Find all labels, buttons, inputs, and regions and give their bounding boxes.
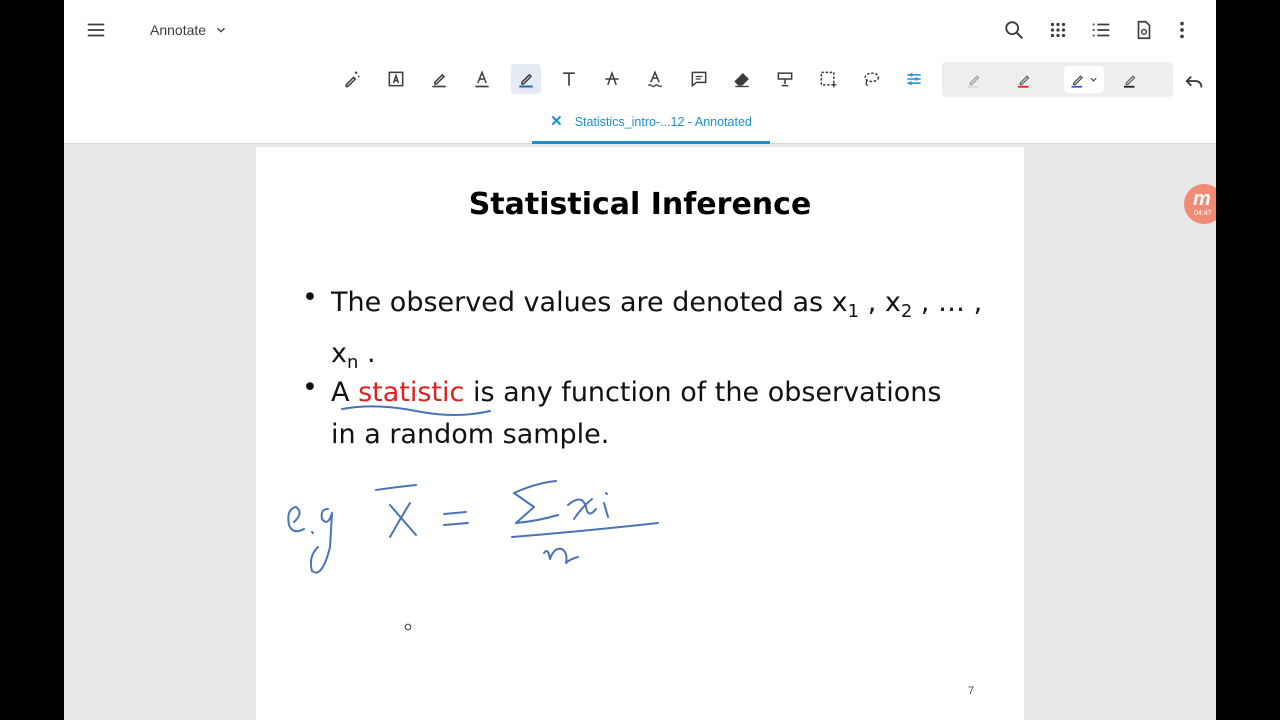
highlighter-tool[interactable] xyxy=(424,64,454,94)
annotation-toolbar xyxy=(64,60,1216,102)
adjust-icon xyxy=(907,73,921,85)
recorder-timer: 04:47 xyxy=(1194,210,1212,217)
ink-sigma xyxy=(513,480,559,524)
adjust-tool[interactable] xyxy=(899,64,929,94)
bullet-text: The observed values are denoted as x1 , … xyxy=(331,287,983,373)
page-number: 7 xyxy=(968,685,975,697)
strikethrough-tool[interactable] xyxy=(597,64,627,94)
menu-button[interactable] xyxy=(80,14,112,46)
menu-icon xyxy=(87,23,105,37)
page-title: Statistical Inference xyxy=(468,187,812,222)
list-icon xyxy=(1092,23,1110,37)
ink-fraction-bar xyxy=(511,522,659,538)
ink-equals-1 xyxy=(443,511,467,515)
pen-color-light[interactable] xyxy=(956,66,992,93)
document-tab-bar: ✕ Statistics_intro-...12 - Annotated xyxy=(64,102,1216,144)
ink-e xyxy=(287,506,305,533)
bullet-text: A statistic is any function of the obser… xyxy=(331,377,942,450)
search-icon xyxy=(1005,21,1023,39)
screen-recorder-badge[interactable]: m 04:47 xyxy=(1184,184,1216,224)
apps-grid-icon xyxy=(1050,22,1066,38)
strikethrough-icon xyxy=(605,70,619,86)
highlighter-icon xyxy=(432,73,446,88)
text-icon xyxy=(563,72,575,86)
more-vert-icon xyxy=(1180,21,1184,39)
pen-color-black[interactable] xyxy=(1112,66,1148,93)
ink-xi xyxy=(567,492,609,520)
selection-tool[interactable] xyxy=(813,64,843,94)
document-settings-button[interactable] xyxy=(1128,14,1160,46)
mode-dropdown[interactable]: Annotate xyxy=(150,18,228,42)
lasso-tool[interactable] xyxy=(856,64,886,94)
eraser-tool[interactable] xyxy=(727,64,757,94)
text-underline-icon xyxy=(475,70,489,88)
stamp-icon xyxy=(777,72,793,87)
more-options-button[interactable] xyxy=(1166,14,1198,46)
ink-x-b xyxy=(389,502,411,538)
app-screen: Annotate ✕ Statistics_intro-...12 - Anno… xyxy=(64,0,1216,720)
magic-pen-tool[interactable] xyxy=(337,64,367,94)
top-app-bar: Annotate xyxy=(64,0,1216,60)
comment-tool[interactable] xyxy=(684,64,714,94)
ink-equals-2 xyxy=(443,522,469,526)
selection-icon xyxy=(820,71,837,88)
pen-color-tray xyxy=(942,62,1173,97)
pen-icon xyxy=(519,73,533,88)
search-button[interactable] xyxy=(998,14,1030,46)
close-tab-icon[interactable]: ✕ xyxy=(550,114,563,129)
pen-black-icon xyxy=(1124,74,1136,88)
document-settings-icon xyxy=(1137,20,1151,40)
comment-icon xyxy=(691,71,707,88)
text-tool[interactable] xyxy=(554,64,584,94)
ink-n xyxy=(543,547,579,564)
outline-button[interactable] xyxy=(1085,14,1117,46)
pen-light-icon xyxy=(968,74,980,88)
pen-blue-icon xyxy=(1071,74,1083,88)
ink-g xyxy=(309,508,333,574)
highlighted-term: statistic xyxy=(358,377,465,408)
stamp-tool[interactable] xyxy=(770,64,800,94)
pen-color-red[interactable] xyxy=(1006,66,1042,93)
recorder-logo-icon: m xyxy=(1193,188,1211,210)
squiggly-text-tool[interactable] xyxy=(640,64,670,94)
chevron-down-icon xyxy=(1089,77,1097,82)
ink-cursor-dot xyxy=(404,623,412,631)
bullet-dot-icon: • xyxy=(302,372,318,403)
mode-label: Annotate xyxy=(150,22,207,38)
bullet-dot-icon: • xyxy=(302,282,318,313)
ink-dot xyxy=(311,531,314,534)
undo-button[interactable] xyxy=(1180,68,1208,96)
eraser-icon xyxy=(734,72,749,88)
ink-x-a xyxy=(389,504,417,536)
pen-red-icon xyxy=(1018,74,1030,88)
document-tab-label: Statistics_intro-...12 - Annotated xyxy=(574,114,752,129)
squiggly-text-icon xyxy=(647,70,663,88)
magic-pen-icon xyxy=(345,71,360,88)
apps-button[interactable] xyxy=(1042,14,1074,46)
text-underline-tool[interactable] xyxy=(467,64,497,94)
pen-color-blue[interactable] xyxy=(1064,66,1104,93)
ink-xbar-bar xyxy=(375,484,417,491)
text-box-tool[interactable] xyxy=(381,64,411,94)
text-box-icon xyxy=(388,71,404,87)
document-tab[interactable]: ✕ Statistics_intro-...12 - Annotated xyxy=(532,102,770,144)
lasso-icon xyxy=(864,72,880,87)
undo-icon xyxy=(1185,75,1203,88)
pen-tool[interactable] xyxy=(511,64,541,94)
chevron-down-icon xyxy=(217,27,226,33)
document-page[interactable]: Statistical Inference • The observed val… xyxy=(256,147,1024,720)
